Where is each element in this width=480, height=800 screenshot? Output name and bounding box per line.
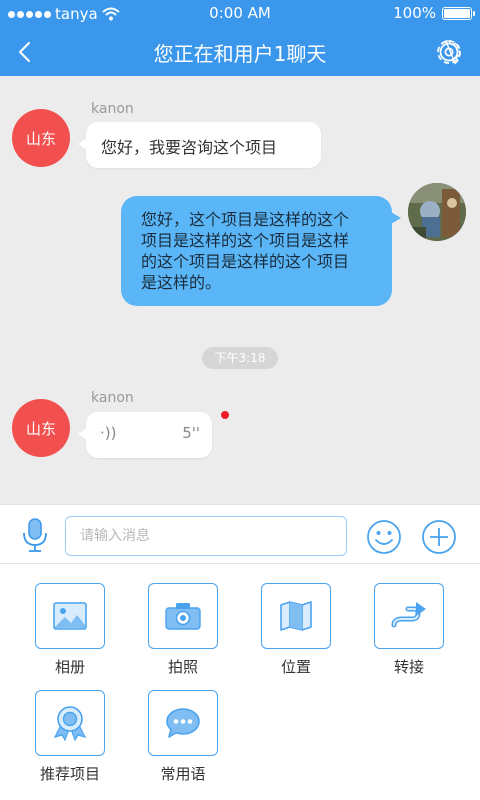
emoji-icon[interactable]: [366, 519, 402, 555]
avatar[interactable]: 山东: [12, 109, 70, 167]
nav-bar: 您正在和用户1聊天: [0, 28, 480, 76]
tool-icon-box[interactable]: [261, 583, 331, 649]
outgoing-message-bubble[interactable]: 您好，这个项目是这样的这个 项目是这样的这个项目是这样 的这个项目是这样的这个项…: [121, 196, 401, 306]
input-bar: [0, 504, 480, 564]
message-line: 是这样的。: [141, 273, 222, 292]
recommend-badge-icon: [53, 706, 87, 741]
tool-label: 拍照: [167, 658, 198, 676]
tool-label: 转接: [393, 658, 424, 676]
battery-icon: [442, 6, 475, 20]
voice-message-bubble[interactable]: ·)) 5'': [78, 412, 212, 458]
tool-label: 推荐项目: [39, 765, 100, 783]
tool-label: 位置: [280, 658, 311, 676]
status-right: 100%: [393, 4, 475, 22]
chat-area[interactable]: 山东 kanon 您好，我要咨询这个项目 您好，这个项目是这样的这个 项目是这样…: [0, 76, 480, 504]
voice-wave-icon: ·)): [100, 424, 117, 442]
transfer-icon: [391, 602, 426, 628]
message-line: 项目是这样的这个项目是这样: [141, 231, 350, 250]
message-input[interactable]: [65, 516, 347, 556]
tool-recommend-project[interactable]: 推荐项目: [25, 690, 115, 784]
message-line: 您好，这个项目是这样的这个: [141, 210, 350, 229]
photo-image: [408, 183, 466, 241]
tool-panel: 相册 拍照 位置 转接 推荐项目 常用语: [0, 564, 480, 800]
sender-name: kanon: [91, 101, 134, 117]
page-title: 您正在和用户1聊天: [153, 42, 327, 66]
unread-dot: [221, 411, 229, 419]
tool-common-phrases[interactable]: 常用语: [138, 690, 228, 784]
timestamp-pill: 下午3:18: [202, 347, 278, 369]
message-text: 您好，我要咨询这个项目: [101, 138, 278, 157]
tool-location[interactable]: 位置: [251, 583, 341, 677]
microphone-icon[interactable]: [20, 517, 50, 553]
tool-transfer[interactable]: 转接: [364, 583, 454, 677]
map-location-icon: [280, 601, 312, 631]
tool-icon-box[interactable]: [35, 690, 105, 756]
avatar-label: 山东: [25, 419, 56, 438]
tool-camera[interactable]: 拍照: [138, 583, 228, 677]
avatar[interactable]: 山东: [12, 399, 70, 457]
tool-label: 常用语: [160, 765, 206, 783]
voice-duration: 5'': [182, 424, 200, 442]
plus-icon[interactable]: [421, 519, 457, 555]
common-phrases-icon: [166, 708, 200, 738]
tool-icon-box[interactable]: [374, 583, 444, 649]
tool-icon-box[interactable]: [148, 690, 218, 756]
user-avatar-photo[interactable]: [408, 183, 466, 241]
photo-album-icon: [53, 602, 87, 630]
tool-label: 相册: [54, 658, 85, 676]
incoming-message-bubble[interactable]: 您好，我要咨询这个项目: [78, 122, 321, 168]
tool-icon-box[interactable]: [35, 583, 105, 649]
status-bar: tanya 0:00 AM 100%: [0, 0, 480, 28]
tool-photo-album[interactable]: 相册: [25, 583, 115, 677]
gear-icon[interactable]: [434, 37, 464, 67]
camera-icon: [165, 603, 201, 630]
battery-percent: 100%: [393, 4, 436, 22]
message-line: 的这个项目是这样的这个项目: [141, 252, 350, 271]
tool-icon-box[interactable]: [148, 583, 218, 649]
sender-name: kanon: [91, 390, 134, 406]
avatar-label: 山东: [25, 129, 56, 148]
